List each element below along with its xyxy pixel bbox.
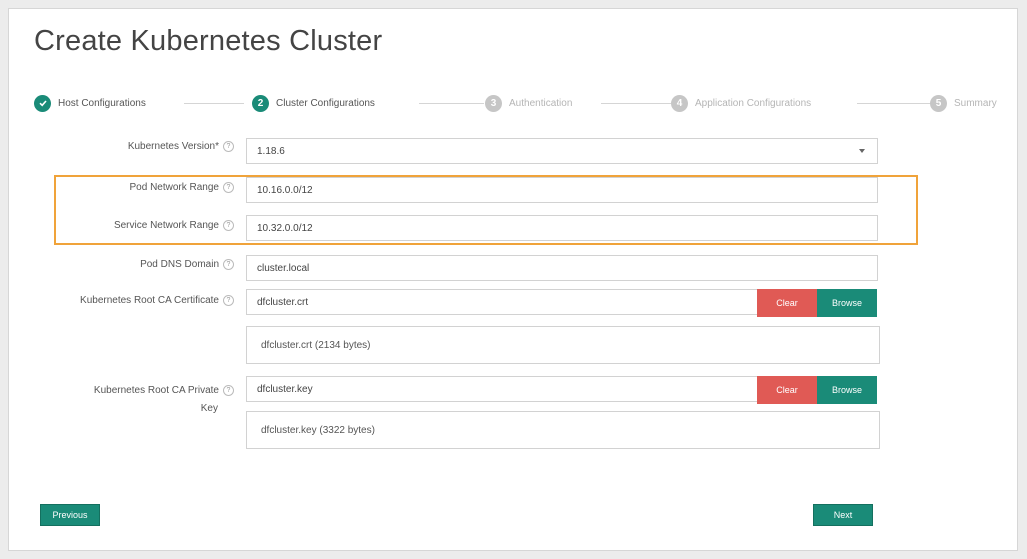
browse-private-key-button[interactable]: Browse [817, 376, 877, 404]
browse-certificate-button[interactable]: Browse [817, 289, 877, 317]
step-number: 3 [485, 94, 502, 112]
kubernetes-version-label: Kubernetes Version*? [9, 141, 234, 152]
clear-certificate-button[interactable]: Clear [757, 289, 817, 317]
page-title: Create Kubernetes Cluster [34, 25, 383, 57]
checkmark-icon [34, 94, 51, 112]
root-ca-private-key-label: Kubernetes Root CA Private? Key [9, 382, 234, 418]
service-network-range-input[interactable]: 10.32.0.0/12 [246, 215, 878, 241]
root-ca-certificate-input[interactable]: dfcluster.crt [246, 289, 758, 315]
help-icon[interactable]: ? [223, 259, 234, 270]
step-number: 2 [252, 94, 269, 112]
step-label: Host Configurations [58, 97, 146, 109]
step-number: 5 [930, 94, 947, 112]
help-icon[interactable]: ? [223, 141, 234, 152]
root-ca-private-key-input[interactable]: dfcluster.key [246, 376, 758, 402]
step-label: Authentication [509, 97, 573, 109]
step-number: 4 [671, 94, 688, 112]
step-label: Summary [954, 97, 997, 109]
step-connector [184, 103, 244, 104]
certificate-file-info: dfcluster.crt (2134 bytes) [246, 326, 880, 364]
step-host-configurations[interactable]: Host Configurations [34, 93, 146, 113]
step-authentication[interactable]: 3 Authentication [485, 93, 572, 113]
help-icon[interactable]: ? [223, 182, 234, 193]
help-icon[interactable]: ? [223, 295, 234, 306]
wizard-stepper: Host Configurations 2 Cluster Configurat… [9, 93, 1019, 113]
clear-private-key-button[interactable]: Clear [757, 376, 817, 404]
step-connector [419, 103, 484, 104]
kubernetes-version-select[interactable]: 1.18.6 [246, 138, 878, 164]
help-icon[interactable]: ? [223, 384, 234, 396]
root-ca-certificate-label: Kubernetes Root CA Certificate? [9, 295, 234, 306]
pod-network-range-label: Pod Network Range? [9, 182, 234, 193]
step-cluster-configurations[interactable]: 2 Cluster Configurations [252, 93, 375, 113]
step-application-configurations[interactable]: 4 Application Configurations [671, 93, 811, 113]
next-button[interactable]: Next [813, 504, 873, 526]
step-connector [857, 103, 931, 104]
help-icon[interactable]: ? [223, 220, 234, 231]
pod-network-range-input[interactable]: 10.16.0.0/12 [246, 177, 878, 203]
service-network-range-label: Service Network Range? [9, 220, 234, 231]
pod-dns-domain-label: Pod DNS Domain? [9, 259, 234, 270]
previous-button[interactable]: Previous [40, 504, 100, 526]
create-cluster-panel: Create Kubernetes Cluster Host Configura… [8, 8, 1018, 551]
step-summary[interactable]: 5 Summary [930, 93, 997, 113]
private-key-file-info: dfcluster.key (3322 bytes) [246, 411, 880, 449]
pod-dns-domain-input[interactable]: cluster.local [246, 255, 878, 281]
step-label: Application Configurations [695, 97, 812, 109]
step-connector [601, 103, 671, 104]
step-label: Cluster Configurations [276, 97, 375, 109]
chevron-down-icon [859, 149, 865, 153]
